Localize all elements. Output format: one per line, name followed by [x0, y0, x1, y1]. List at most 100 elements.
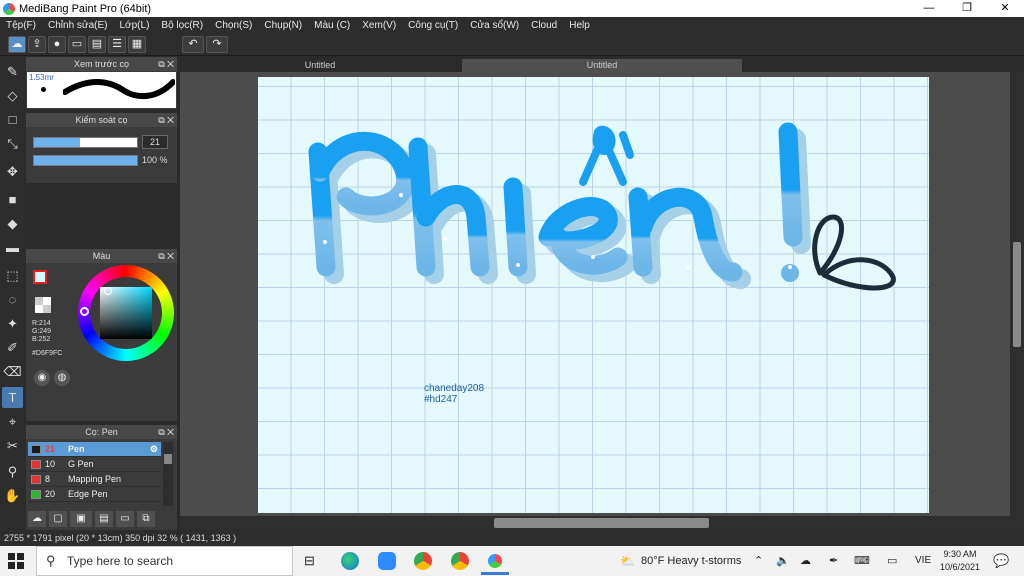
- menu-window[interactable]: Cửa sổ(W): [470, 20, 519, 31]
- opacity-slider[interactable]: [33, 155, 138, 166]
- new-brush-icon[interactable]: ▢: [49, 511, 67, 527]
- undo-icon[interactable]: ↶: [182, 36, 204, 53]
- primary-color-swatch[interactable]: [33, 270, 47, 284]
- palette-icon[interactable]: ◉: [34, 370, 50, 386]
- hue-cursor[interactable]: [80, 307, 89, 316]
- divide-tool-icon[interactable]: ✂: [2, 435, 23, 456]
- cloud-icon[interactable]: ☁: [800, 546, 811, 576]
- chrome-icon[interactable]: [414, 552, 432, 570]
- opacity-value: 100 %: [142, 155, 168, 165]
- cloud-download-icon[interactable]: ☁: [28, 511, 46, 527]
- brush-list-item[interactable]: 21 Pen ⚙: [28, 442, 161, 457]
- clock-time[interactable]: 9:30 AM: [943, 549, 977, 559]
- tool-palette: ✎ ◇ □ ⤡ ✥ ■ ◆ ▬ ⬚ ◌ ✦ ✐ ⌫ T ⌖ ✂ ⚲ ✋: [0, 57, 25, 530]
- color-g-value: G:249: [32, 328, 52, 335]
- palette-settings-icon[interactable]: ◍: [54, 370, 70, 386]
- pen-icon[interactable]: ✒: [829, 546, 838, 576]
- eyedropper-icon[interactable]: ⚲: [2, 461, 23, 482]
- brush-list-item[interactable]: 20 Edge Pen: [28, 487, 161, 502]
- brush-size-slider[interactable]: [33, 137, 138, 148]
- color-wheel[interactable]: [78, 265, 174, 361]
- comment-icon[interactable]: ●: [48, 36, 66, 53]
- weather-icon[interactable]: ⛅: [620, 546, 635, 576]
- display-icon[interactable]: ▭: [887, 546, 897, 576]
- tab-untitled-1[interactable]: Untitled: [180, 59, 460, 72]
- chrome-icon[interactable]: [451, 552, 469, 570]
- grid-icon[interactable]: ▦: [128, 36, 146, 53]
- hand-tool-icon[interactable]: ✋: [2, 485, 23, 506]
- line-tool-icon[interactable]: ⤡: [2, 133, 23, 154]
- brush-size-value[interactable]: 21: [142, 135, 168, 149]
- color-picker-cursor[interactable]: [104, 287, 112, 295]
- scroll-thumb[interactable]: [494, 518, 709, 528]
- menu-file[interactable]: Tệp(F): [6, 20, 36, 31]
- document-icon[interactable]: ▤: [88, 36, 106, 53]
- chevron-up-icon[interactable]: ⌃: [754, 546, 763, 576]
- maximize-button[interactable]: ❐: [948, 0, 986, 17]
- taskbar-search-input[interactable]: ⚲ Type here to search: [36, 546, 293, 576]
- move-tool-icon[interactable]: ✥: [2, 161, 23, 182]
- text-tool-icon[interactable]: T: [2, 387, 23, 408]
- chat-icon[interactable]: ▭: [68, 36, 86, 53]
- menu-view[interactable]: Xem(V): [362, 20, 396, 31]
- notification-icon[interactable]: 💬: [993, 546, 1009, 576]
- panel-close-icon[interactable]: ⧉ ✕: [158, 113, 174, 127]
- language-indicator[interactable]: VIE: [915, 546, 931, 576]
- edge-browser-icon[interactable]: [341, 552, 359, 570]
- redo-icon[interactable]: ↷: [206, 36, 228, 53]
- panel-close-icon[interactable]: ⧉ ✕: [158, 425, 174, 439]
- keyboard-icon[interactable]: ⌨: [854, 546, 870, 576]
- menu-tools[interactable]: Công cụ(T): [408, 20, 458, 31]
- menu-color[interactable]: Màu (C): [314, 20, 350, 31]
- panel-close-icon[interactable]: ⧉ ✕: [158, 249, 174, 263]
- transparent-swatch[interactable]: [35, 297, 51, 313]
- scroll-thumb[interactable]: [1013, 242, 1021, 347]
- folder-icon[interactable]: ▭: [116, 511, 134, 527]
- vertical-scrollbar[interactable]: [1010, 72, 1024, 516]
- menu-select[interactable]: Chọn(S): [215, 20, 252, 31]
- medibang-app-icon[interactable]: [488, 554, 502, 568]
- clock-date[interactable]: 10/6/2021: [938, 562, 982, 572]
- speaker-icon[interactable]: 🔈: [776, 546, 790, 576]
- weather-text[interactable]: 80°F Heavy t-storms: [641, 546, 741, 576]
- close-button[interactable]: ✕: [986, 0, 1024, 17]
- list-icon[interactable]: ☰: [108, 36, 126, 53]
- fill-rect-tool-icon[interactable]: ■: [2, 189, 23, 210]
- rect-select-icon[interactable]: ⬚: [2, 265, 23, 286]
- brush-settings-icon[interactable]: ▤: [95, 511, 113, 527]
- brush-list-item[interactable]: 8 Mapping Pen: [28, 472, 161, 487]
- share-icon[interactable]: ⇪: [28, 36, 46, 53]
- zoom-app-icon[interactable]: [378, 552, 396, 570]
- select-pen-icon[interactable]: ✐: [2, 337, 23, 358]
- menu-filter[interactable]: Bộ lọc(R): [161, 20, 203, 31]
- brush-list-scrollbar[interactable]: [163, 442, 173, 506]
- select-eraser-icon[interactable]: ⌫: [2, 361, 23, 382]
- panel-close-icon[interactable]: ⧉ ✕: [158, 57, 174, 71]
- menu-cloud[interactable]: Cloud: [531, 20, 557, 31]
- menu-snap[interactable]: Chụp(N): [264, 20, 302, 31]
- tab-untitled-2[interactable]: Untitled: [462, 59, 742, 72]
- magic-wand-icon[interactable]: ✦: [2, 313, 23, 334]
- windows-start-icon[interactable]: [8, 553, 24, 569]
- task-view-icon[interactable]: ⊟: [304, 553, 315, 569]
- menu-layer[interactable]: Lớp(L): [120, 20, 150, 31]
- eraser-tool-icon[interactable]: ◇: [2, 85, 23, 106]
- brush-list-footer: ☁ ▢ ▣ ▤ ▭ ⧉: [28, 511, 173, 529]
- brush-tool-icon[interactable]: ✎: [2, 61, 23, 82]
- shape-tool-icon[interactable]: □: [2, 109, 23, 130]
- copy-icon[interactable]: ⧉: [137, 511, 155, 527]
- brush-list-item[interactable]: 10 G Pen: [28, 457, 161, 472]
- menu-edit[interactable]: Chỉnh sửa(E): [48, 20, 108, 31]
- brush-tip-dot: [41, 87, 46, 92]
- drawing-canvas[interactable]: chaneday208 #hd247: [258, 77, 929, 513]
- cloud-icon[interactable]: ☁: [8, 36, 26, 53]
- horizontal-scrollbar[interactable]: [180, 516, 1024, 530]
- operation-tool-icon[interactable]: ⌖: [2, 411, 23, 432]
- minimize-button[interactable]: —: [910, 0, 948, 17]
- bucket-tool-icon[interactable]: ◆: [2, 213, 23, 234]
- gear-icon[interactable]: ⚙: [150, 442, 158, 456]
- menu-help[interactable]: Help: [569, 20, 590, 31]
- gradient-tool-icon[interactable]: ▬: [2, 237, 23, 258]
- add-brush-icon[interactable]: ▣: [70, 511, 92, 527]
- lasso-select-icon[interactable]: ◌: [2, 289, 23, 310]
